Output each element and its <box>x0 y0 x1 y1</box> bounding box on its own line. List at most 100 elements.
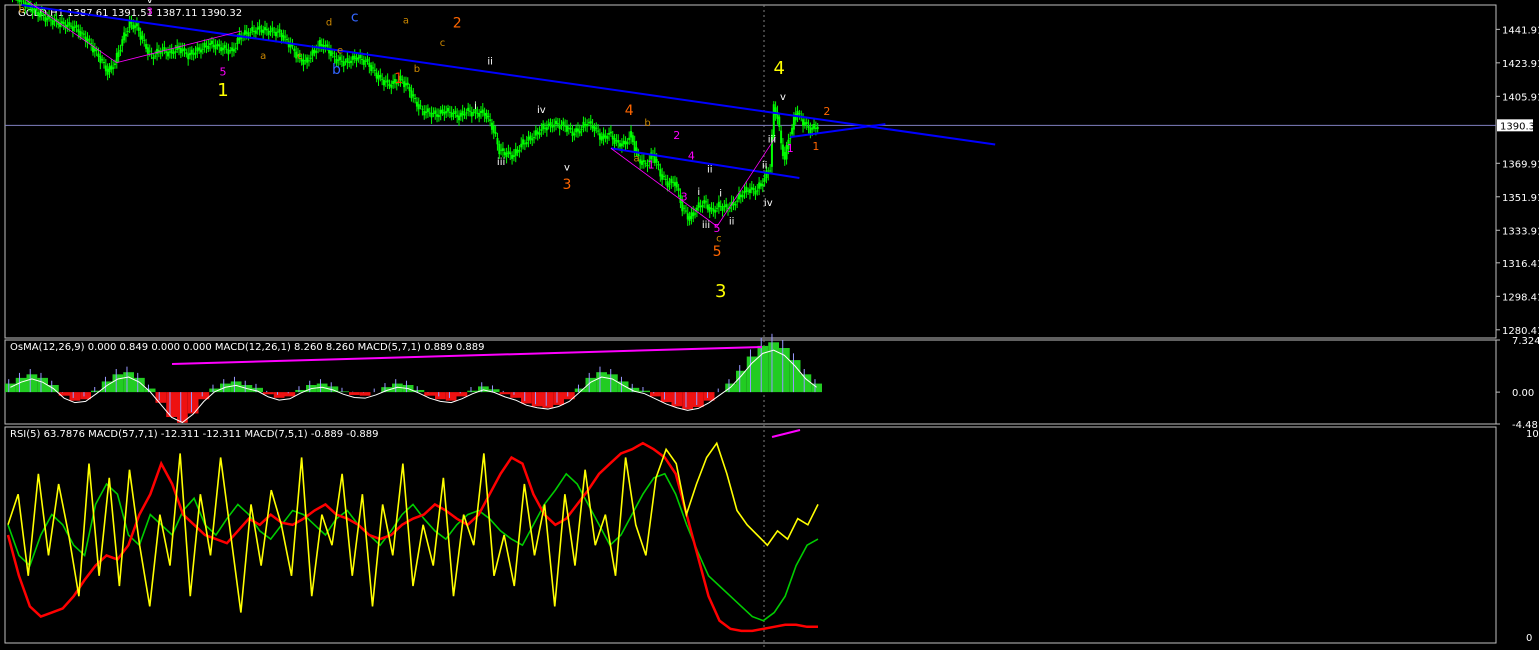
wave-label: ii <box>487 57 493 68</box>
candle-body <box>745 186 748 192</box>
candle-body <box>465 112 468 114</box>
candle-body <box>630 131 633 138</box>
osma-bar <box>37 377 48 393</box>
candle-body <box>207 45 210 50</box>
candle-body <box>40 12 43 15</box>
candle-body <box>609 131 612 134</box>
macd-hist-bar <box>201 392 203 397</box>
wave-label: b <box>644 118 650 129</box>
macd-hist-bar <box>567 392 569 397</box>
wave-label: 3 <box>681 190 688 203</box>
candle-body <box>798 113 801 115</box>
candle-body <box>664 178 667 180</box>
candle-body <box>511 154 514 159</box>
macd-hist-bar <box>782 340 784 393</box>
macd-hist-bar <box>706 392 708 398</box>
osma-bar <box>650 392 661 397</box>
candle-body <box>209 43 212 45</box>
candle-body <box>587 122 590 124</box>
wave-label: 3 <box>147 6 153 17</box>
candle-body <box>156 48 159 55</box>
wave-label: a <box>260 51 266 62</box>
wave-label: 4 <box>774 58 785 79</box>
candle-body <box>456 114 459 118</box>
candle-body <box>410 90 413 99</box>
macd-hist-bar <box>137 372 139 393</box>
candle-body <box>675 181 678 188</box>
candle-body <box>578 130 581 134</box>
candle-body <box>661 174 664 180</box>
candle-body <box>16 0 19 1</box>
y-tick-label: 1351.91 <box>1502 193 1539 204</box>
candle-body <box>348 61 351 64</box>
candle-body <box>589 121 592 124</box>
candle-body <box>203 42 206 48</box>
candle-body <box>496 138 499 145</box>
macd-hist-bar <box>448 392 450 398</box>
candle-body <box>121 39 124 46</box>
rsi-tick-label: 100 <box>1526 429 1539 440</box>
candle-body <box>697 202 700 208</box>
candle-body <box>485 112 488 119</box>
candle-body <box>415 101 418 107</box>
candle-body <box>641 160 644 165</box>
wave-label: i <box>697 187 700 198</box>
candle-body <box>430 112 433 118</box>
candle-body <box>672 181 675 183</box>
candle-body <box>611 135 614 140</box>
candle-body <box>551 125 554 128</box>
osma-bar <box>736 370 747 393</box>
candle-body <box>622 140 625 145</box>
wave-label: 5 <box>219 66 226 79</box>
candle-body <box>73 26 76 28</box>
candle-body <box>509 152 512 155</box>
candle-body <box>361 58 364 60</box>
osma-bar <box>499 392 511 395</box>
candle-body <box>134 25 137 28</box>
candle-body <box>584 124 587 126</box>
candle-body <box>198 47 201 51</box>
macd-hist-bar <box>309 380 311 393</box>
macd-hist-bar <box>51 380 53 393</box>
macd-hist-bar <box>771 333 773 393</box>
candle-body <box>633 141 636 152</box>
candle-body <box>113 63 116 65</box>
candle-body <box>792 116 795 130</box>
candle-body <box>31 7 34 14</box>
candle-body <box>183 48 186 51</box>
candle-body <box>35 8 38 11</box>
wave-label: v <box>780 92 786 103</box>
wave-label: 2 <box>673 129 680 142</box>
candle-body <box>699 206 702 208</box>
candle-body <box>736 200 739 202</box>
candle-body <box>229 50 232 52</box>
candle-body <box>254 30 257 34</box>
candle-body <box>384 81 387 83</box>
wave-label: a <box>403 16 409 27</box>
osma-bar <box>349 392 360 395</box>
candle-body <box>498 144 501 155</box>
osma-bar <box>746 356 758 393</box>
candle-body <box>545 127 548 131</box>
candle-body <box>452 112 455 114</box>
macd-hist-bar <box>40 372 42 393</box>
candle-body <box>46 18 49 20</box>
candle-body <box>366 58 369 62</box>
candle-body <box>245 31 248 34</box>
candle-body <box>694 213 697 215</box>
candle-body <box>734 204 737 206</box>
candle-body <box>662 175 665 177</box>
candle-body <box>677 188 680 191</box>
macd-hist-bar <box>792 353 794 393</box>
wave-label: d <box>326 17 332 28</box>
candle-body <box>447 108 450 112</box>
candle-body <box>445 111 448 114</box>
rsi-panel-border <box>4 426 1497 644</box>
candle-body <box>655 158 658 163</box>
wave-label: c <box>440 38 446 49</box>
candle-body <box>258 26 261 30</box>
candle-body <box>712 208 715 212</box>
candle-body <box>564 125 567 127</box>
candle-body <box>309 57 312 59</box>
candle-body <box>324 44 327 46</box>
